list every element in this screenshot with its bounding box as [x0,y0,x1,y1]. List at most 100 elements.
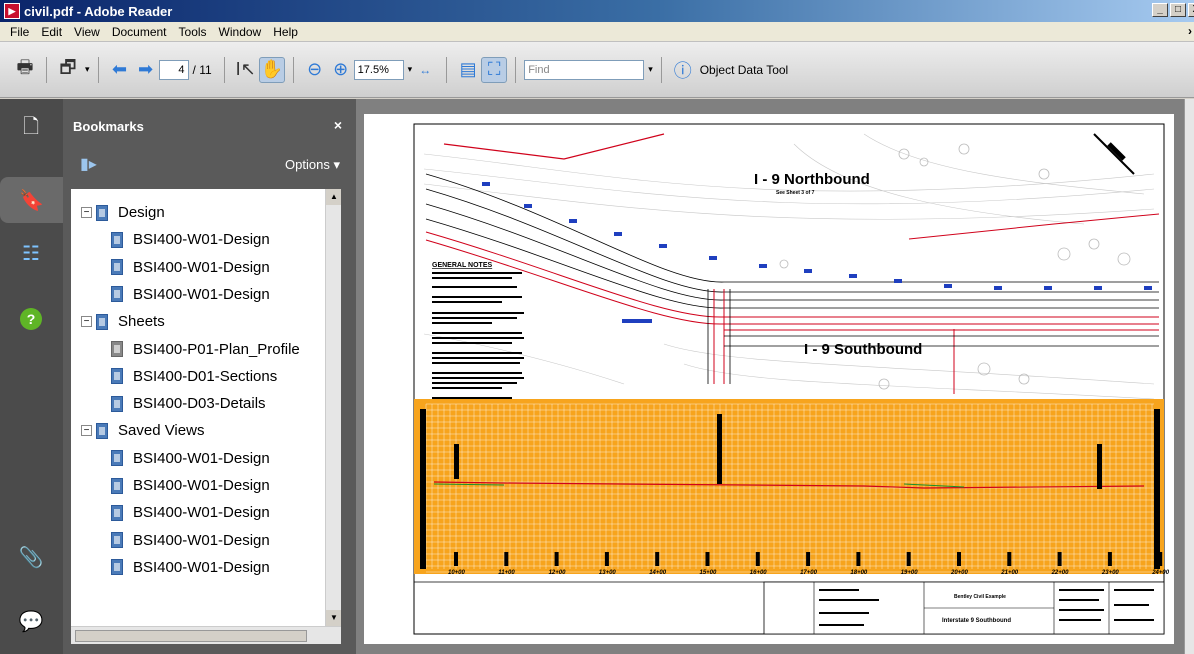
hand-tool-icon[interactable]: ✋ [258,56,285,83]
zoom-out-icon[interactable]: ⊖ [302,57,328,83]
toolbar-separator [515,56,517,83]
menu-document[interactable]: Document [106,25,173,39]
bookmark-item[interactable]: BSI400-W01-Design [111,472,270,499]
bookmark-label: BSI400-D03-Details [133,395,266,413]
menu-edit[interactable]: Edit [35,25,68,39]
fit-page-icon[interactable]: ⛶ [481,56,508,83]
menu-file[interactable]: File [4,25,35,39]
attachments-icon[interactable]: 📎 [17,543,45,571]
bookmark-icon [111,231,123,248]
station-tick [554,552,559,566]
station-label: 23+00 [1101,570,1120,576]
bookmark-group[interactable]: − Design [81,199,165,226]
menu-view[interactable]: View [68,25,106,39]
print-icon[interactable]: 🖶 [12,57,38,83]
bookmark-item[interactable]: BSI400-D01-Sections [111,363,277,390]
station-tick [705,552,710,566]
help-icon[interactable]: ? [17,305,45,333]
bookmark-icon [111,395,123,412]
bookmark-item[interactable]: BSI400-P01-Plan_Profile [111,336,300,363]
collapse-toggle-icon[interactable]: − [81,207,92,218]
bookmark-icon [111,286,123,303]
model-tree-icon[interactable]: ☷ [17,239,45,267]
menu-help[interactable]: Help [267,25,304,39]
collapse-toggle-icon[interactable]: − [81,425,92,437]
close-icon[interactable]: × [334,117,342,133]
toolbar-separator [46,56,47,83]
options-button[interactable]: Options ▾ [285,157,340,173]
document-view[interactable]: I - 9 Northbound See Sheet 3 of 7 I - 9 … [356,99,1184,654]
zoom-in-icon[interactable]: ⊕ [328,57,354,83]
bookmark-label: BSI400-W01-Design [133,449,270,467]
find-input[interactable]: Find [524,59,645,80]
bookmark-label: BSI400-W01-Design [133,531,270,549]
menu-overflow-chevron-icon[interactable]: › [1188,24,1192,38]
comments-icon[interactable]: 💬 [17,607,45,635]
vertical-scrollbar[interactable]: ▲ ▼ [325,189,341,626]
bookmark-item[interactable]: BSI400-W01-Design [111,445,270,472]
bookmark-label: BSI400-W01-Design [133,477,270,494]
object-data-tool-label[interactable]: Object Data Tool [700,63,789,77]
bookmark-item[interactable]: BSI400-W01-Design [111,499,270,526]
bookmark-label: Saved Views [118,422,205,440]
page-number-input[interactable]: 4 [158,59,189,80]
bookmark-icon [111,450,123,467]
bookmark-item[interactable]: BSI400-W01-Design [111,527,270,554]
bookmarks-icon[interactable]: 🔖 [0,177,63,223]
station-tick [604,552,609,566]
bookmarks-header: Bookmarks × [63,99,356,151]
general-notes-heading: GENERAL NOTES [432,262,492,269]
scroll-down-icon[interactable]: ▼ [326,610,341,626]
toolbar-separator [660,56,662,83]
minimize-button[interactable]: _ [1152,3,1168,17]
collapse-toggle-icon[interactable]: − [81,316,92,328]
bookmark-label: Sheets [118,313,165,331]
scrollbar-thumb[interactable] [75,630,307,642]
menu-tools[interactable]: Tools [173,25,213,39]
new-bookmark-icon[interactable]: ▮▸ [80,154,97,174]
pdf-page: I - 9 Northbound See Sheet 3 of 7 I - 9 … [364,114,1174,644]
single-page-icon[interactable]: ▤ [455,57,481,83]
station-tick [957,552,961,566]
northbound-sheet-ref: See Sheet 3 of 7 [776,190,815,196]
station-tick [1158,552,1163,566]
station-label: 10+00 [448,570,466,576]
bookmark-item[interactable]: BSI400-D03-Details [111,390,266,417]
next-page-icon[interactable]: ➡ [133,57,159,83]
titleblock-project: Interstate 9 Southbound [942,618,1011,624]
maximize-button[interactable]: □ [1170,3,1186,17]
find-dropdown-arrow-icon[interactable]: ▾ [648,64,653,75]
share-dropdown-arrow-icon[interactable]: ▾ [85,64,90,75]
bookmark-label: BSI400-W01-Design [133,285,270,303]
bookmark-item[interactable]: BSI400-W01-Design [111,281,270,308]
horizontal-scrollbar[interactable] [71,626,341,644]
bookmark-item[interactable]: BSI400-W01-Design [111,554,270,581]
station-label: 16+00 [750,570,768,576]
bookmark-item[interactable]: BSI400-W01-Design [111,254,270,281]
select-text-icon[interactable]: I↖ [233,57,259,83]
menu-bar: File Edit View Document Tools Window Hel… [0,22,1194,42]
station-tick [755,552,760,566]
bookmark-group[interactable]: − Sheets [81,308,165,335]
previous-page-icon[interactable]: ⬅ [107,57,133,83]
window-controls: _ □ X [1152,3,1194,17]
close-button[interactable]: X [1188,3,1194,17]
toolbar-separator [223,56,225,83]
document-vertical-scrollbar[interactable] [1184,99,1194,654]
pages-icon[interactable]: 🗋 [17,115,45,143]
bookmark-icon [111,504,123,521]
fit-width-icon[interactable]: ↔ [412,57,438,83]
object-data-tool-icon[interactable]: ⓘ [670,57,696,83]
page-total: / 11 [192,62,212,77]
scroll-up-icon[interactable]: ▲ [326,189,341,205]
bookmark-group[interactable]: − Saved Views [81,417,204,444]
bookmark-label: BSI400-P01-Plan_Profile [133,340,300,358]
share-icon[interactable]: 🗗 [55,57,81,83]
bookmark-label: BSI400-W01-Design [133,558,270,576]
bookmarks-subheader: ▮▸ Options ▾ [63,151,356,183]
station-label: 15+00 [700,570,718,576]
bookmark-item[interactable]: BSI400-W01-Design [111,226,270,253]
bookmark-icon [111,477,123,494]
zoom-level-input[interactable]: 17.5% [353,59,404,80]
menu-window[interactable]: Window [213,25,268,39]
